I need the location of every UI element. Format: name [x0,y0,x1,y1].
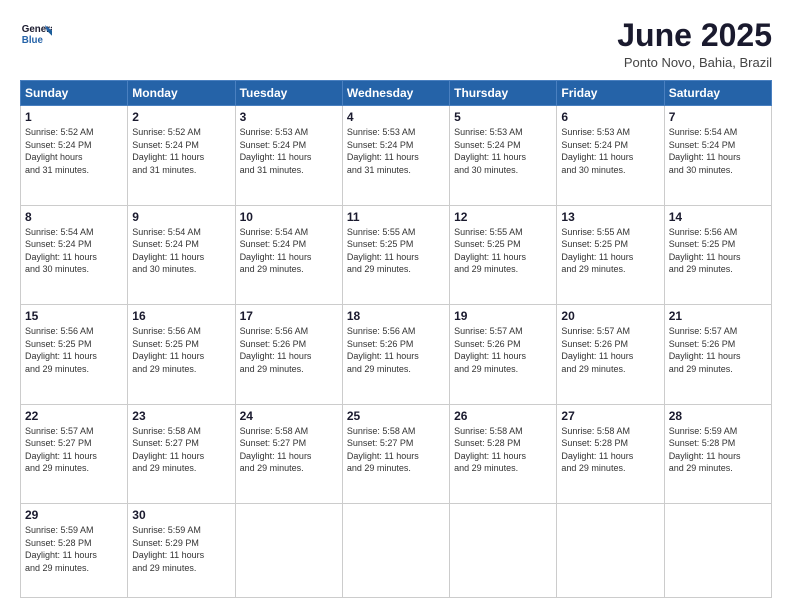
weekday-header-row: Sunday Monday Tuesday Wednesday Thursday… [21,81,772,106]
day-cell-21: 21 Sunrise: 5:57 AMSunset: 5:26 PMDaylig… [664,305,771,405]
day-cell-13: 13 Sunrise: 5:55 AMSunset: 5:25 PMDaylig… [557,205,664,305]
day-cell-10: 10 Sunrise: 5:54 AMSunset: 5:24 PMDaylig… [235,205,342,305]
day-cell-3: 3 Sunrise: 5:53 AMSunset: 5:24 PMDayligh… [235,106,342,206]
day-cell-19: 19 Sunrise: 5:57 AMSunset: 5:26 PMDaylig… [450,305,557,405]
col-wednesday: Wednesday [342,81,449,106]
col-friday: Friday [557,81,664,106]
col-saturday: Saturday [664,81,771,106]
day-cell-15: 15 Sunrise: 5:56 AMSunset: 5:25 PMDaylig… [21,305,128,405]
day-cell-9: 9 Sunrise: 5:54 AMSunset: 5:24 PMDayligh… [128,205,235,305]
day-cell-23: 23 Sunrise: 5:58 AMSunset: 5:27 PMDaylig… [128,404,235,504]
day-cell-7: 7 Sunrise: 5:54 AMSunset: 5:24 PMDayligh… [664,106,771,206]
day-cell-30: 30 Sunrise: 5:59 AMSunset: 5:29 PMDaylig… [128,504,235,598]
day-cell-17: 17 Sunrise: 5:56 AMSunset: 5:26 PMDaylig… [235,305,342,405]
location: Ponto Novo, Bahia, Brazil [617,55,772,70]
day-cell-16: 16 Sunrise: 5:56 AMSunset: 5:25 PMDaylig… [128,305,235,405]
empty-cell [664,504,771,598]
day-cell-1: 1 Sunrise: 5:52 AMSunset: 5:24 PMDayligh… [21,106,128,206]
calendar-table: Sunday Monday Tuesday Wednesday Thursday… [20,80,772,598]
col-tuesday: Tuesday [235,81,342,106]
col-monday: Monday [128,81,235,106]
logo: General Blue [20,18,52,50]
month-title: June 2025 [617,18,772,53]
day-cell-26: 26 Sunrise: 5:58 AMSunset: 5:28 PMDaylig… [450,404,557,504]
day-cell-12: 12 Sunrise: 5:55 AMSunset: 5:25 PMDaylig… [450,205,557,305]
day-cell-4: 4 Sunrise: 5:53 AMSunset: 5:24 PMDayligh… [342,106,449,206]
svg-text:Blue: Blue [22,35,44,46]
day-cell-20: 20 Sunrise: 5:57 AMSunset: 5:26 PMDaylig… [557,305,664,405]
day-cell-24: 24 Sunrise: 5:58 AMSunset: 5:27 PMDaylig… [235,404,342,504]
day-cell-18: 18 Sunrise: 5:56 AMSunset: 5:26 PMDaylig… [342,305,449,405]
day-cell-29: 29 Sunrise: 5:59 AMSunset: 5:28 PMDaylig… [21,504,128,598]
day-cell-6: 6 Sunrise: 5:53 AMSunset: 5:24 PMDayligh… [557,106,664,206]
day-cell-2: 2 Sunrise: 5:52 AMSunset: 5:24 PMDayligh… [128,106,235,206]
day-cell-5: 5 Sunrise: 5:53 AMSunset: 5:24 PMDayligh… [450,106,557,206]
day-cell-25: 25 Sunrise: 5:58 AMSunset: 5:27 PMDaylig… [342,404,449,504]
day-cell-28: 28 Sunrise: 5:59 AMSunset: 5:28 PMDaylig… [664,404,771,504]
empty-cell [450,504,557,598]
day-cell-22: 22 Sunrise: 5:57 AMSunset: 5:27 PMDaylig… [21,404,128,504]
day-cell-8: 8 Sunrise: 5:54 AMSunset: 5:24 PMDayligh… [21,205,128,305]
table-row: 22 Sunrise: 5:57 AMSunset: 5:27 PMDaylig… [21,404,772,504]
table-row: 8 Sunrise: 5:54 AMSunset: 5:24 PMDayligh… [21,205,772,305]
logo-icon: General Blue [20,18,52,50]
col-sunday: Sunday [21,81,128,106]
col-thursday: Thursday [450,81,557,106]
table-row: 29 Sunrise: 5:59 AMSunset: 5:28 PMDaylig… [21,504,772,598]
header: General Blue June 2025 Ponto Novo, Bahia… [20,18,772,70]
table-row: 15 Sunrise: 5:56 AMSunset: 5:25 PMDaylig… [21,305,772,405]
empty-cell [557,504,664,598]
title-block: June 2025 Ponto Novo, Bahia, Brazil [617,18,772,70]
empty-cell [342,504,449,598]
table-row: 1 Sunrise: 5:52 AMSunset: 5:24 PMDayligh… [21,106,772,206]
page: General Blue June 2025 Ponto Novo, Bahia… [0,0,792,612]
day-cell-11: 11 Sunrise: 5:55 AMSunset: 5:25 PMDaylig… [342,205,449,305]
empty-cell [235,504,342,598]
day-cell-27: 27 Sunrise: 5:58 AMSunset: 5:28 PMDaylig… [557,404,664,504]
day-cell-14: 14 Sunrise: 5:56 AMSunset: 5:25 PMDaylig… [664,205,771,305]
